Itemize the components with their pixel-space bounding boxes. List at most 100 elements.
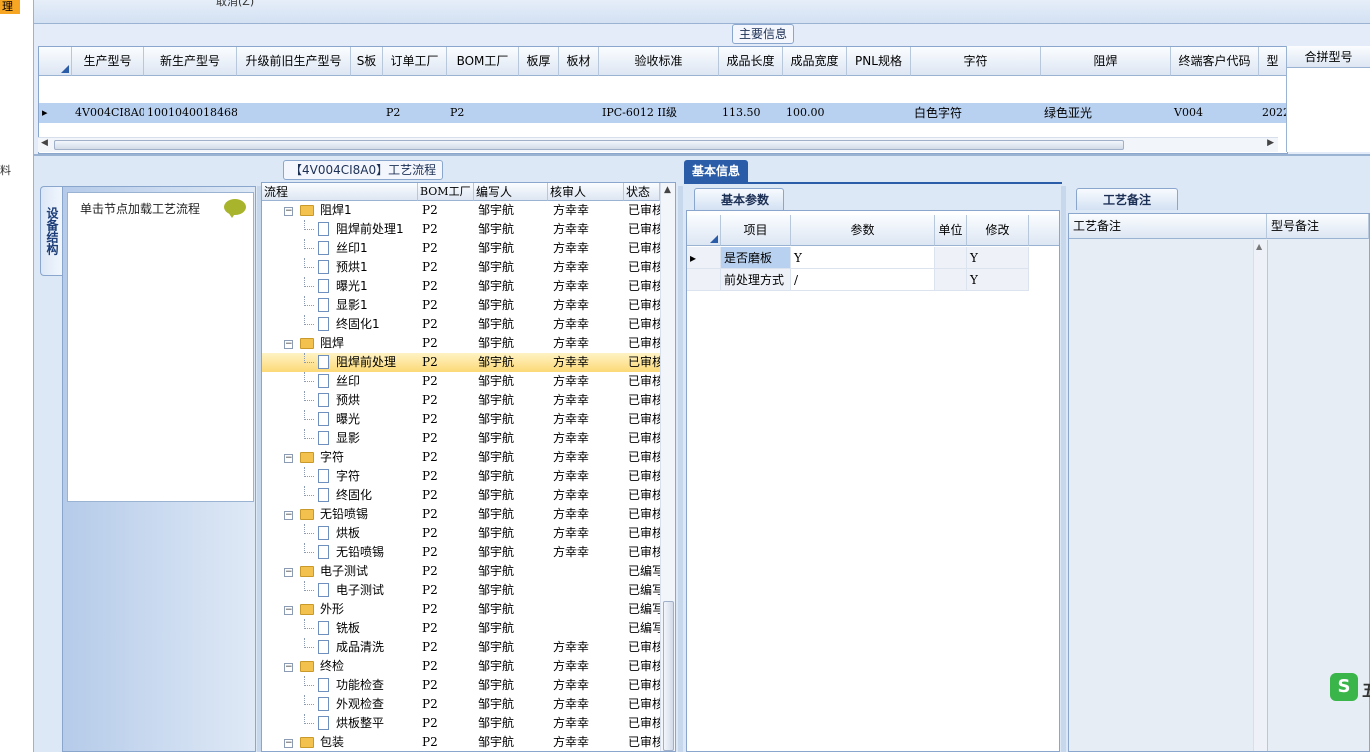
tree-col-header[interactable]: 流程 — [262, 183, 418, 201]
param-value[interactable]: Y — [791, 247, 935, 269]
scroll-up-icon[interactable]: ▲ — [1256, 242, 1262, 251]
tree-row[interactable]: 曝光1 P2 邹宇航 方幸幸 已审核 — [262, 277, 660, 296]
tree-row[interactable]: 烘板 P2 邹宇航 方幸幸 已审核 — [262, 524, 660, 543]
tree-vertical-scrollbar[interactable]: ▲ — [660, 183, 675, 751]
table-cell[interactable] — [237, 103, 351, 123]
tree-row[interactable]: 丝印 P2 邹宇航 方幸幸 已审核 — [262, 372, 660, 391]
col-header[interactable]: 成品宽度 — [783, 47, 847, 76]
tree-row[interactable]: 预烘1 P2 邹宇航 方幸幸 已审核 — [262, 258, 660, 277]
tree-col-header[interactable]: 编写人 — [474, 183, 548, 201]
tree-row[interactable]: 预烘 P2 邹宇航 方幸幸 已审核 — [262, 391, 660, 410]
table-cell[interactable]: 100.00 — [783, 103, 847, 123]
scroll-up-icon[interactable]: ▲ — [664, 185, 671, 195]
col-header[interactable]: 型号备注 — [1267, 214, 1369, 239]
tree-row[interactable]: 字符 P2 邹宇航 方幸幸 已审核 — [262, 467, 660, 486]
col-header[interactable]: PNL规格 — [847, 47, 911, 76]
scroll-thumb[interactable] — [54, 140, 1124, 150]
tree-row[interactable]: 阻焊前处理1 P2 邹宇航 方幸幸 已审核 — [262, 220, 660, 239]
col-header[interactable]: 验收标准 — [599, 47, 719, 76]
col-header[interactable]: 板材 — [559, 47, 599, 76]
tree-row[interactable]: 曝光 P2 邹宇航 方幸幸 已审核 — [262, 410, 660, 429]
tree-row[interactable]: − 阻焊 P2 邹宇航 方幸幸 已审核 — [262, 334, 660, 353]
col-header[interactable]: 修改 — [967, 215, 1029, 246]
left-tab[interactable]: 理 — [0, 0, 20, 14]
col-header[interactable]: 字符 — [911, 47, 1041, 76]
tree-row[interactable]: 终固化 P2 邹宇航 方幸幸 已审核 — [262, 486, 660, 505]
cancel-button[interactable]: 取消(Z) — [216, 0, 254, 9]
col-header[interactable]: 型 — [1259, 47, 1287, 76]
tab-process-remarks[interactable]: 工艺备注 — [1076, 188, 1179, 210]
col-header[interactable]: 生产型号 — [72, 47, 144, 76]
collapse-icon[interactable]: − — [284, 568, 293, 577]
tree-row[interactable]: 显影 P2 邹宇航 方幸幸 已审核 — [262, 429, 660, 448]
tree-row[interactable]: 铣板 P2 邹宇航 已编写 — [262, 619, 660, 638]
tree-row[interactable]: − 阻焊1 P2 邹宇航 方幸幸 已审核 — [262, 201, 660, 220]
col-header[interactable]: 升级前旧生产型号 — [237, 47, 351, 76]
param-modify[interactable]: Y — [967, 247, 1029, 269]
col-header[interactable]: 单位 — [935, 215, 967, 246]
remarks-scrollbar[interactable]: ▲ — [1253, 240, 1267, 751]
col-header[interactable]: BOM工厂 — [447, 47, 519, 76]
col-header[interactable]: 新生产型号 — [144, 47, 237, 76]
table-cell[interactable] — [351, 103, 383, 123]
param-unit[interactable] — [935, 269, 967, 291]
tree-row[interactable]: − 终检 P2 邹宇航 方幸幸 已审核 — [262, 657, 660, 676]
tree-row[interactable]: 电子测试 P2 邹宇航 已编写 — [262, 581, 660, 600]
collapse-icon[interactable]: − — [284, 511, 293, 520]
param-modify[interactable]: Y — [967, 269, 1029, 291]
col-header[interactable]: S板 — [351, 47, 383, 76]
merge-model-header[interactable]: 合拼型号 — [1287, 46, 1370, 68]
tree-row[interactable]: 烘板整平 P2 邹宇航 方幸幸 已审核 — [262, 714, 660, 733]
collapse-icon[interactable]: − — [284, 663, 293, 672]
tree-row[interactable]: − 字符 P2 邹宇航 方幸幸 已审核 — [262, 448, 660, 467]
table-cell[interactable] — [559, 103, 599, 123]
scroll-left-icon[interactable]: ◀ — [41, 138, 48, 148]
tree-col-header[interactable]: BOM工厂 — [418, 183, 474, 201]
table-cell[interactable]: 4V004CI8A0 — [72, 103, 144, 123]
table-cell[interactable]: P2 — [447, 103, 519, 123]
col-header[interactable]: 工艺备注 — [1069, 214, 1267, 239]
table-cell[interactable] — [519, 103, 559, 123]
tree-row[interactable]: 阻焊前处理 P2 邹宇航 方幸幸 已审核 — [262, 353, 660, 372]
col-header[interactable]: 阻焊 — [1041, 47, 1171, 76]
splitter-middle[interactable] — [678, 186, 683, 752]
collapse-icon[interactable]: − — [284, 606, 293, 615]
tree-row[interactable]: 终固化1 P2 邹宇航 方幸幸 已审核 — [262, 315, 660, 334]
table-cell[interactable]: 白色字符 — [911, 103, 1041, 123]
col-header[interactable]: 参数 — [791, 215, 935, 246]
col-header[interactable]: 项目 — [721, 215, 791, 246]
horizontal-scrollbar[interactable]: ◀ ▶ — [38, 137, 1278, 152]
row-header-corner[interactable] — [39, 47, 72, 76]
equipment-structure-tab[interactable]: 设备结构 — [40, 186, 62, 276]
tree-row[interactable]: 成品清洗 P2 邹宇航 方幸幸 已审核 — [262, 638, 660, 657]
table-cell[interactable]: P2 — [383, 103, 447, 123]
tree-row[interactable]: − 包装 P2 邹宇航 方幸幸 已审核 — [262, 733, 660, 751]
param-unit[interactable] — [935, 247, 967, 269]
row-header-corner[interactable] — [687, 215, 721, 246]
tree-row[interactable]: 功能检查 P2 邹宇航 方幸幸 已审核 — [262, 676, 660, 695]
table-cell[interactable]: 2022/ — [1259, 103, 1287, 123]
scroll-right-icon[interactable]: ▶ — [1267, 138, 1274, 148]
collapse-icon[interactable]: − — [284, 739, 293, 748]
tab-basic-params[interactable]: 基本参数 — [694, 188, 785, 210]
tree-row[interactable]: 无铅喷锡 P2 邹宇航 方幸幸 已审核 — [262, 543, 660, 562]
tree-row[interactable]: 丝印1 P2 邹宇航 方幸幸 已审核 — [262, 239, 660, 258]
collapse-icon[interactable]: − — [284, 454, 293, 463]
tree-row[interactable]: − 外形 P2 邹宇航 已编写 — [262, 600, 660, 619]
param-item[interactable]: 前处理方式 — [721, 269, 791, 291]
col-header[interactable]: 成品长度 — [719, 47, 783, 76]
table-cell[interactable] — [847, 103, 911, 123]
tree-row[interactable]: 显影1 P2 邹宇航 方幸幸 已审核 — [262, 296, 660, 315]
tab-basic-info[interactable]: 基本信息 — [684, 160, 749, 182]
table-cell[interactable]: 绿色亚光 — [1041, 103, 1171, 123]
tree-row[interactable]: − 电子测试 P2 邹宇航 已编写 — [262, 562, 660, 581]
tree-col-header[interactable]: 状态 — [624, 183, 660, 201]
tree-row[interactable]: 外观检查 P2 邹宇航 方幸幸 已审核 — [262, 695, 660, 714]
col-header[interactable]: 订单工厂 — [383, 47, 447, 76]
param-value[interactable]: / — [791, 269, 935, 291]
col-header[interactable]: 终端客户代码 — [1171, 47, 1259, 76]
collapse-icon[interactable]: − — [284, 340, 293, 349]
table-cell[interactable]: IPC-6012 II级 — [599, 103, 719, 123]
table-cell[interactable]: 113.50 — [719, 103, 783, 123]
tree-col-header[interactable]: 核审人 — [548, 183, 624, 201]
